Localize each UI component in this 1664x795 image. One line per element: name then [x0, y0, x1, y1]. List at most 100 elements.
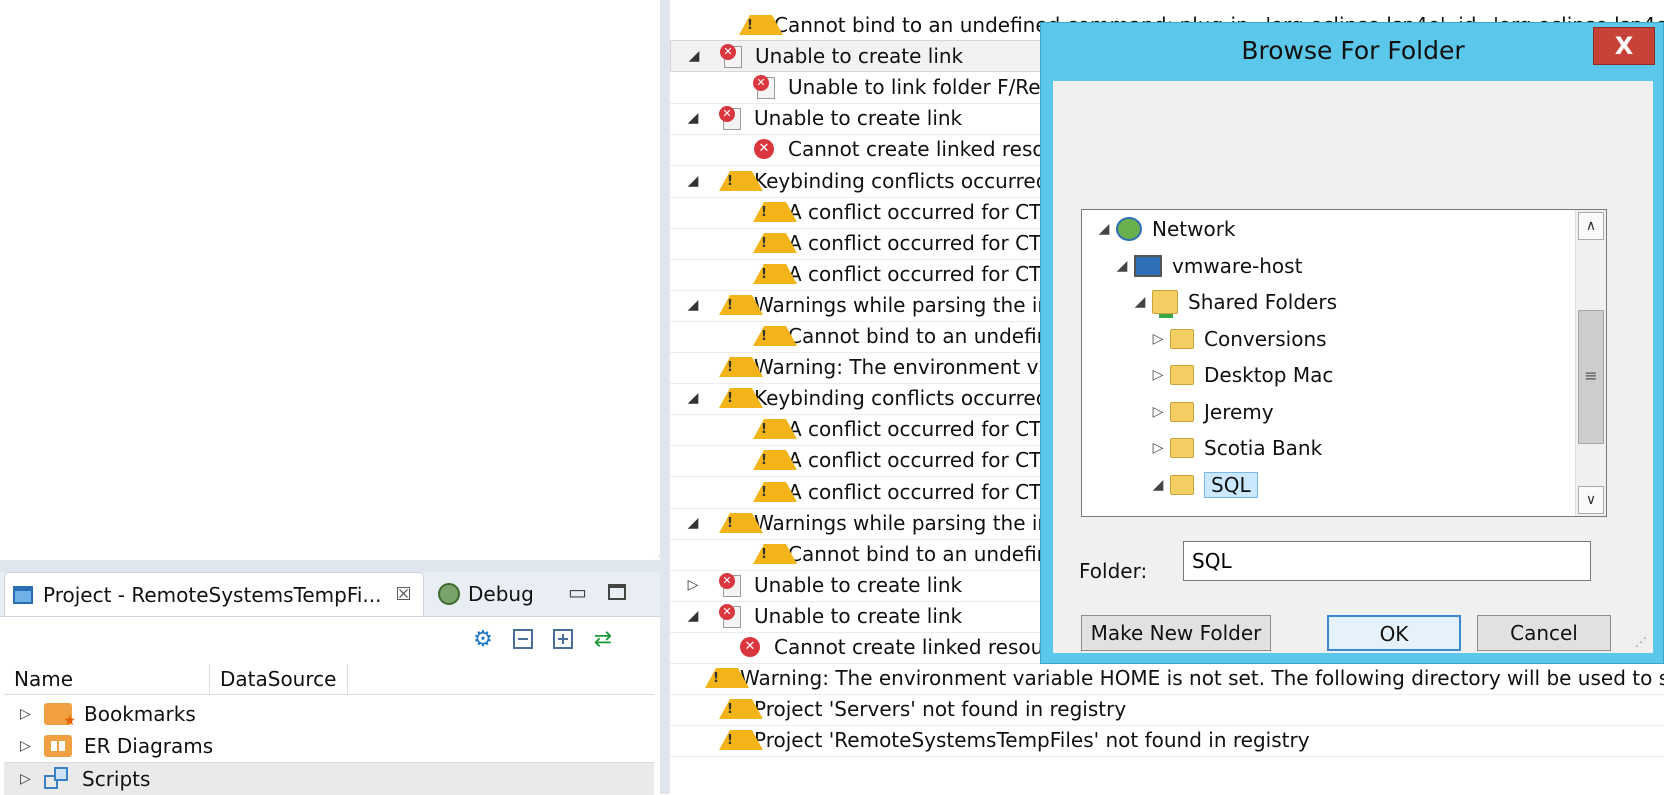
warning-icon: !: [718, 697, 763, 721]
folder-tree-item[interactable]: ◢ SQL: [1150, 468, 1258, 502]
log-entry-text: Cannot create linked resour: [788, 137, 1066, 161]
folder-tree-item[interactable]: ▷ Desktop Mac: [1150, 358, 1334, 392]
bug-icon: [438, 583, 460, 605]
expand-arrow-icon[interactable]: ◢: [686, 297, 700, 313]
expand-arrow-icon[interactable]: ◢: [686, 608, 700, 624]
expand-arrow-icon[interactable]: ▷: [20, 706, 34, 722]
folder-tree-item[interactable]: ◢ Shared Folders: [1132, 285, 1337, 319]
error-document-icon: ✕: [719, 44, 743, 68]
expand-arrow-icon[interactable]: ▷: [686, 577, 700, 593]
folder-tree-label: Scotia Bank: [1204, 436, 1323, 460]
scroll-up-button[interactable]: ∧: [1578, 212, 1604, 240]
tree-expander-icon[interactable]: ◢: [1132, 294, 1148, 310]
tree-expander-icon[interactable]: ▷: [1150, 367, 1166, 383]
tree-expander-icon[interactable]: ◢: [1114, 258, 1130, 274]
log-entry[interactable]: ! Project 'Servers' not found in registry: [670, 693, 1664, 726]
column-header-name[interactable]: Name: [4, 664, 210, 694]
tree-item-scripts[interactable]: ▷ Scripts: [4, 762, 654, 795]
log-entry-text: A conflict occurred for CTR: [788, 231, 1056, 255]
log-entry-text: Unable to create link: [755, 44, 964, 68]
log-entry-text: Project 'RemoteSystemsTempFiles' not fou…: [754, 728, 1310, 752]
tree-expander-icon[interactable]: ▷: [1150, 331, 1166, 347]
warning-icon: !: [718, 386, 763, 410]
folder-tree-label: Shared Folders: [1188, 290, 1337, 314]
dialog-title[interactable]: Browse For Folder: [1041, 23, 1664, 81]
maximize-panel-button[interactable]: [608, 584, 626, 600]
log-entry-text: Project 'Servers' not found in registry: [754, 697, 1127, 721]
log-entry-text: Unable to create link: [754, 604, 963, 628]
make-new-folder-button[interactable]: Make New Folder: [1081, 615, 1271, 651]
folder-name-input[interactable]: [1183, 541, 1591, 581]
warning-icon: !: [738, 13, 783, 37]
expand-arrow-icon[interactable]: ◢: [686, 110, 700, 126]
folder-tree-item[interactable]: ▷ Jeremy: [1150, 395, 1274, 429]
folder-tree-label: Conversions: [1204, 326, 1327, 351]
link-with-editor-icon[interactable]: ⇄: [590, 626, 616, 652]
minimize-panel-button[interactable]: ▭: [568, 580, 594, 604]
folder-tree-item[interactable]: ◢ Network: [1096, 212, 1236, 246]
log-entry-text: Cannot bind to an undefine: [788, 542, 1062, 566]
folder-tree-label: Network: [1152, 217, 1236, 241]
log-entry-text: Warning: The environment var: [754, 355, 1059, 379]
expand-arrow-icon[interactable]: ◢: [686, 390, 700, 406]
expand-all-button[interactable]: [550, 626, 576, 652]
tree-expander-icon[interactable]: ▷: [1150, 404, 1166, 420]
tree-expander-icon[interactable]: ◢: [1096, 221, 1112, 237]
folder-tree-label: Desktop Mac: [1204, 363, 1334, 387]
tree-expander-icon[interactable]: ◢: [1150, 477, 1166, 493]
log-entry-text: Keybinding conflicts occurred.: [754, 169, 1055, 193]
tree-item-bookmarks[interactable]: ▷ ★ Bookmarks: [4, 698, 654, 730]
folder-icon: [1170, 401, 1194, 422]
tree-column-header: Name DataSource: [4, 664, 654, 695]
folder-tree-label: SQL: [1204, 471, 1258, 498]
scroll-down-button[interactable]: ∨: [1578, 486, 1604, 514]
folder-tree[interactable]: ∧ ≡ ∨ ◢ Network ◢ vmware-host ◢ Shared Folder…: [1081, 209, 1607, 517]
warning-icon: !: [752, 448, 797, 472]
warning-icon: !: [718, 293, 763, 317]
tab-project[interactable]: Project - RemoteSystemsTempFi... ☒: [4, 572, 424, 616]
left-top-view: [0, 0, 661, 560]
computer-icon: [1134, 254, 1162, 277]
log-entry-text: A conflict occurred for CTR: [788, 262, 1056, 286]
share-icon: [1152, 290, 1178, 318]
folder-tree-item[interactable]: ◢ vmware-host: [1114, 249, 1303, 283]
vertical-splitter[interactable]: [660, 0, 670, 794]
gear-icon[interactable]: ⚙: [470, 626, 496, 652]
expand-arrow-icon[interactable]: ◢: [686, 515, 700, 531]
log-entry-text: Unable to link folder F/Rem: [788, 75, 1061, 99]
expand-arrow-icon[interactable]: ▷: [20, 738, 34, 754]
folder-label: Folder:: [1079, 559, 1148, 583]
scroll-thumb[interactable]: ≡: [1578, 310, 1604, 444]
warning-icon: !: [718, 355, 763, 379]
close-tab-icon[interactable]: ☒: [396, 584, 412, 605]
tree-expander-icon[interactable]: ▷: [1150, 440, 1166, 456]
collapse-all-button[interactable]: [510, 626, 536, 652]
tree-item-er-diagrams[interactable]: ▷ ER Diagrams: [4, 730, 654, 762]
tree-scrollbar[interactable]: ∧ ≡ ∨: [1575, 210, 1606, 516]
folder-icon: [1170, 328, 1194, 349]
close-dialog-button[interactable]: X: [1593, 27, 1655, 65]
column-header-datasource[interactable]: DataSource: [210, 664, 348, 694]
tab-project-label: Project - RemoteSystemsTempFi...: [43, 582, 382, 607]
log-entry-text: A conflict occurred for CTR: [788, 417, 1056, 441]
folder-icon: [1170, 474, 1194, 495]
folder-tree-item[interactable]: ▷ Scotia Bank: [1150, 431, 1323, 465]
expand-arrow-icon[interactable]: ◢: [687, 48, 701, 64]
log-entry[interactable]: ! Warning: The environment variable HOME …: [670, 662, 1664, 695]
log-entry-text: Keybinding conflicts occurred.: [754, 386, 1055, 410]
error-icon: ✕: [752, 137, 776, 161]
expand-arrow-icon[interactable]: ▷: [20, 771, 34, 787]
tab-debug[interactable]: Debug: [436, 572, 558, 616]
cancel-button[interactable]: Cancel: [1477, 615, 1611, 651]
log-entry[interactable]: ! Project 'RemoteSystemsTempFiles' not fo…: [670, 724, 1664, 757]
expand-arrow-icon[interactable]: ◢: [686, 173, 700, 189]
resize-grip-icon[interactable]: ⋰: [1635, 635, 1649, 649]
browse-for-folder-dialog: Browse For Folder X ∧ ≡ ∨ ◢ Network ◢ vmwar…: [1040, 22, 1664, 664]
folder-tree-item[interactable]: ▷ Conversions: [1150, 322, 1327, 356]
ok-button[interactable]: OK: [1327, 615, 1461, 651]
dialog-body: ∧ ≡ ∨ ◢ Network ◢ vmware-host ◢ Shared Folder…: [1053, 81, 1653, 653]
warning-icon: !: [752, 417, 797, 441]
collapse-icon: [513, 629, 533, 649]
log-entry-text: A conflict occurred for CTR: [788, 200, 1056, 224]
bookmarks-folder-icon: ★: [44, 703, 76, 729]
